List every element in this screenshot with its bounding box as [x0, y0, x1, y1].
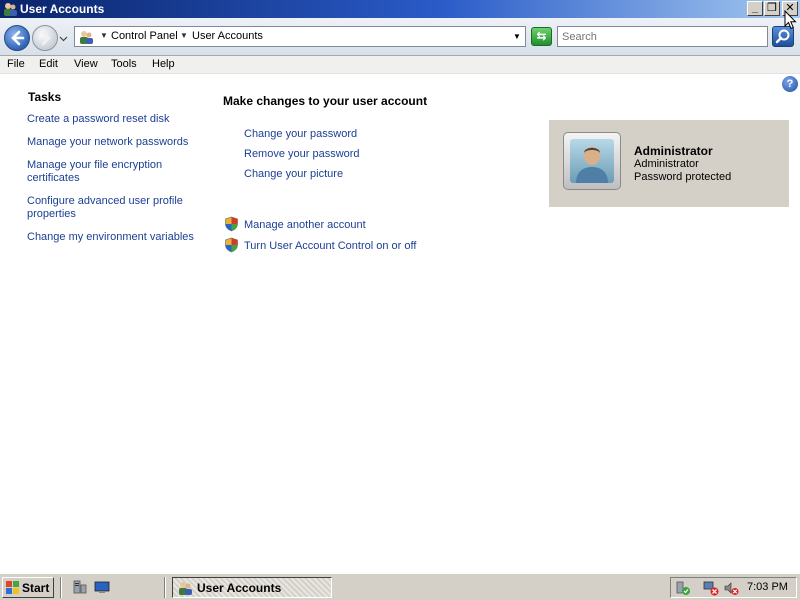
action-center-icon[interactable]	[675, 580, 691, 596]
refresh-button[interactable]: ⇆	[531, 27, 552, 46]
taskbar-item-label: User Accounts	[197, 581, 282, 595]
uac-shield-icon	[225, 237, 238, 253]
menu-view[interactable]: View	[74, 58, 98, 70]
task-change-environment-variables[interactable]: Change my environment variables	[27, 231, 207, 244]
quick-launch-separator	[60, 577, 62, 598]
menu-help[interactable]: Help	[152, 58, 175, 70]
recent-pages-dropdown-icon[interactable]	[59, 34, 68, 43]
page-title: Make changes to your user account	[223, 94, 428, 108]
uac-shield-icon	[225, 216, 238, 232]
network-disconnected-icon[interactable]	[703, 580, 719, 596]
breadcrumb-arrow-icon[interactable]: ▼	[180, 31, 188, 40]
restore-button[interactable]: ❐	[764, 1, 780, 16]
change-picture-link[interactable]: Change your picture	[244, 168, 343, 180]
minimize-button[interactable]: _	[747, 1, 763, 16]
back-arrow-icon	[11, 30, 25, 46]
system-tray: 7:03 PM	[670, 577, 797, 598]
forward-arrow-icon	[37, 30, 51, 46]
windows-logo-icon	[6, 581, 19, 594]
user-accounts-icon	[4, 3, 17, 16]
start-label: Start	[22, 581, 50, 595]
address-box[interactable]: ▼ Control Panel ▼ User Accounts ▼	[74, 26, 526, 47]
account-status: Password protected	[634, 171, 732, 183]
tasks-heading: Tasks	[28, 90, 62, 104]
window-title: User Accounts	[20, 2, 105, 16]
taskbar: Start User Accounts 7:03 PM	[0, 573, 800, 600]
manage-another-account-link[interactable]: Manage another account	[244, 219, 366, 231]
user-accounts-icon	[179, 582, 192, 595]
taskbar-item-user-accounts[interactable]: User Accounts	[172, 577, 332, 598]
show-desktop-icon[interactable]	[94, 579, 110, 595]
title-bar[interactable]: User Accounts _ ❐ ✕	[0, 0, 800, 18]
server-manager-icon[interactable]	[72, 579, 88, 595]
avatar	[563, 132, 621, 190]
task-configure-advanced-user-profile[interactable]: Configure advanced user profile properti…	[27, 195, 192, 221]
breadcrumb-control-panel[interactable]: Control Panel	[111, 30, 178, 42]
menu-file[interactable]: File	[7, 58, 25, 70]
remove-password-link[interactable]: Remove your password	[244, 148, 360, 160]
breadcrumb-arrow-icon[interactable]: ▼	[100, 31, 108, 40]
account-name: Administrator	[634, 144, 713, 158]
menu-tools[interactable]: Tools	[111, 58, 137, 70]
toggle-uac-link[interactable]: Turn User Account Control on or off	[244, 240, 416, 252]
menu-bar: File Edit View Tools Help	[0, 56, 800, 74]
menu-edit[interactable]: Edit	[39, 58, 58, 70]
search-input[interactable]	[558, 27, 767, 46]
back-button[interactable]	[4, 25, 30, 51]
task-manage-file-encryption-certificates[interactable]: Manage your file encryption certificates	[27, 159, 187, 185]
task-create-password-reset-disk[interactable]: Create a password reset disk	[27, 113, 207, 126]
mouse-cursor-icon	[784, 10, 797, 30]
user-picture	[570, 139, 614, 183]
forward-button[interactable]	[32, 25, 58, 51]
task-manage-network-passwords[interactable]: Manage your network passwords	[27, 136, 207, 149]
account-card: Administrator Administrator Password pro…	[549, 120, 789, 207]
breadcrumb-user-accounts[interactable]: User Accounts	[192, 30, 263, 42]
account-type: Administrator	[634, 158, 699, 170]
change-password-link[interactable]: Change your password	[244, 128, 357, 140]
volume-muted-icon[interactable]	[723, 580, 739, 596]
control-panel-icon	[80, 31, 93, 44]
help-icon[interactable]: ?	[782, 76, 798, 92]
clock[interactable]: 7:03 PM	[747, 581, 788, 593]
taskbar-separator	[164, 577, 166, 598]
navigation-bar: ▼ Control Panel ▼ User Accounts ▼ ⇆	[0, 18, 800, 56]
user-silhouette-icon	[576, 147, 608, 183]
search-box[interactable]	[557, 26, 768, 47]
address-dropdown-icon[interactable]: ▼	[513, 32, 521, 41]
start-button[interactable]: Start	[2, 577, 54, 598]
